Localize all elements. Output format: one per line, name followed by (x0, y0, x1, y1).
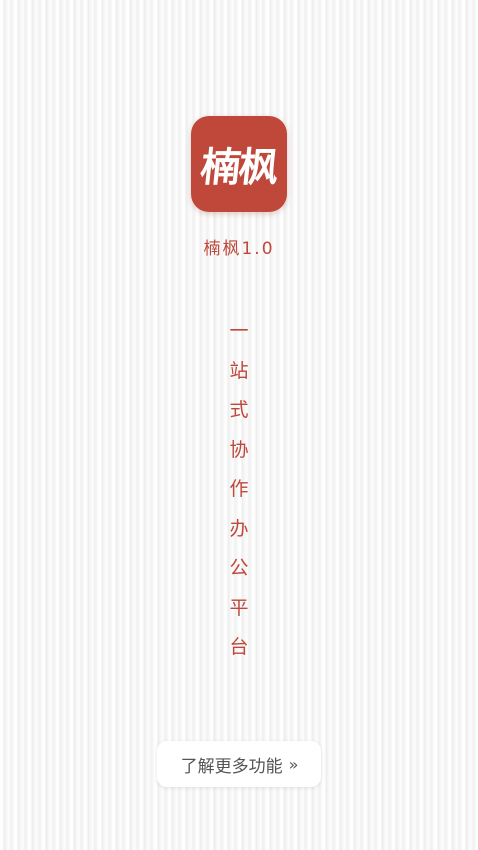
tagline-char: 式 (229, 399, 249, 422)
tagline-char: 站 (229, 359, 249, 382)
tagline-char: 公 (229, 557, 249, 580)
app-logo: 楠枫 (191, 116, 287, 212)
tagline-vertical: 一 站 式 协 作 办 公 平 台 (219, 310, 259, 666)
app-logo-text: 楠枫 (198, 144, 280, 191)
tagline-char: 一 (229, 320, 249, 343)
tagline-char: 平 (229, 596, 249, 619)
tagline-char: 办 (229, 517, 249, 540)
tagline-char: 协 (229, 438, 249, 461)
learn-more-label: 了解更多功能 (180, 756, 283, 777)
tagline-char: 作 (229, 478, 249, 501)
app-version-label: 楠枫1.0 (203, 239, 275, 259)
splash-screen: 楠枫 楠枫1.0 一 站 式 协 作 办 公 平 台 了解更多功能 » (0, 0, 478, 850)
double-chevron-right-icon: » (288, 754, 299, 774)
learn-more-button[interactable]: 了解更多功能 » (157, 741, 321, 787)
tagline-char: 台 (229, 636, 249, 659)
